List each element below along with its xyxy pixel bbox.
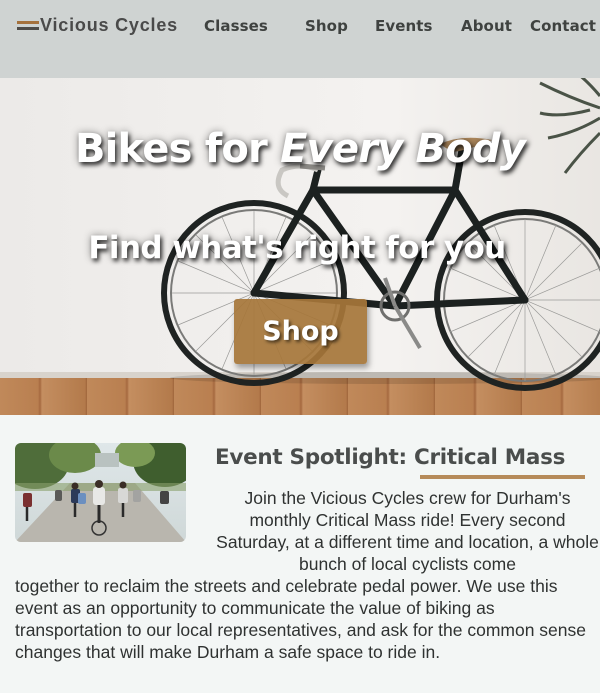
- event-description-top: Join the Vicious Cycles crew for Durham'…: [216, 488, 599, 574]
- nav-link-shop[interactable]: Shop: [305, 17, 348, 35]
- nav-link-events[interactable]: Events: [375, 17, 433, 35]
- nav-link-about[interactable]: About: [461, 17, 512, 35]
- nav-link-contact[interactable]: Contact: [530, 17, 596, 35]
- site-header: Vicious Cycles Classes Shop Events About…: [0, 0, 600, 78]
- event-photo: [15, 443, 186, 542]
- event-description-bottom: together to reclaim the streets and cele…: [15, 576, 586, 662]
- hero-banner: Bikes for Every Body Find what's right f…: [0, 78, 600, 415]
- brand-name: Vicious Cycles: [40, 15, 178, 35]
- heading-underline: [420, 475, 585, 479]
- hero-title-plain: Bikes for: [74, 126, 281, 172]
- event-heading: Event Spotlight: Critical Mass: [215, 445, 565, 470]
- two-stripe-logo-icon: [17, 20, 39, 32]
- brand-logo[interactable]: Vicious Cycles: [17, 15, 178, 36]
- hero-title-emphasis: Every Body: [280, 126, 526, 172]
- nav-link-classes[interactable]: Classes: [204, 17, 268, 35]
- hero-subtitle: Find what's right for you: [88, 230, 506, 266]
- event-heading-highlight[interactable]: Critical Mass: [414, 445, 565, 470]
- hero-title: Bikes for Every Body: [0, 126, 600, 172]
- shop-button[interactable]: Shop: [234, 299, 367, 364]
- event-heading-prefix: Event Spotlight:: [215, 445, 414, 470]
